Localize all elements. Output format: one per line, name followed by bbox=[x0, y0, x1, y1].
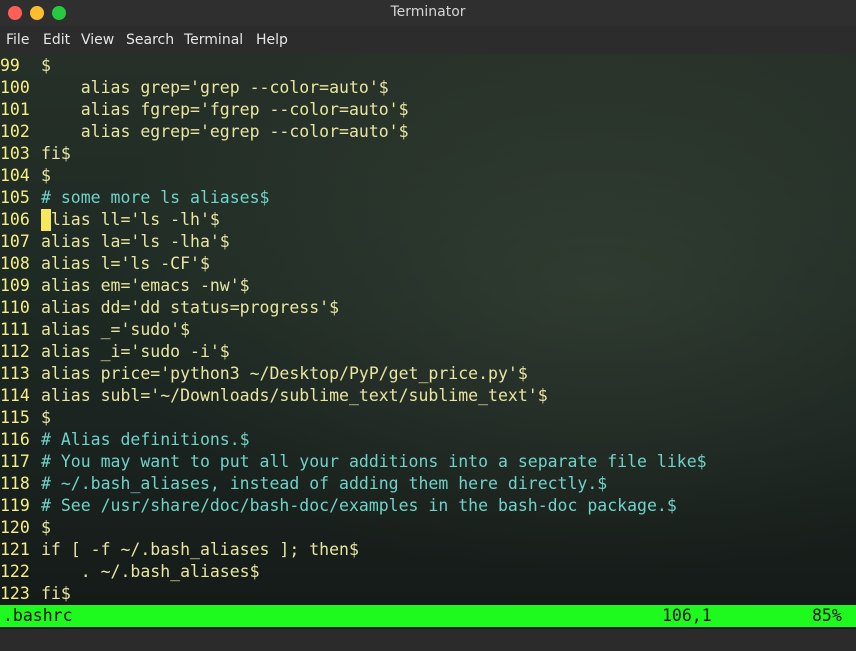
line-number: 103 bbox=[0, 144, 30, 163]
line-number: 110 bbox=[0, 298, 30, 317]
text-cursor bbox=[41, 209, 51, 231]
editor-line: 108 alias l='ls -CF'$ bbox=[0, 253, 210, 275]
line-text: alias subl='~/Downloads/sublime_text/sub… bbox=[41, 386, 548, 405]
editor-line: 106 alias ll='ls -lh'$ bbox=[0, 209, 220, 231]
editor-line: 103 fi$ bbox=[0, 143, 71, 165]
menu-help[interactable]: Help bbox=[256, 32, 288, 48]
line-text: alias dd='dd status=progress'$ bbox=[41, 298, 340, 317]
menu-file[interactable]: File bbox=[6, 32, 29, 48]
editor-line: 121 if [ -f ~/.bash_aliases ]; then$ bbox=[0, 539, 359, 561]
line-text: . ~/.bash_aliases$ bbox=[41, 562, 260, 581]
window-title: Terminator bbox=[390, 4, 466, 20]
line-text: alias egrep='egrep --color=auto'$ bbox=[41, 122, 409, 141]
editor-line: 102 alias egrep='egrep --color=auto'$ bbox=[0, 121, 409, 143]
line-text: $ bbox=[41, 166, 51, 185]
line-number: 113 bbox=[0, 364, 30, 383]
editor-line: 109 alias em='emacs -nw'$ bbox=[0, 275, 250, 297]
editor-line: 117 # You may want to put all your additi… bbox=[0, 451, 707, 473]
line-text: alias l='ls -CF'$ bbox=[41, 254, 210, 273]
line-text: alias em='emacs -nw'$ bbox=[41, 276, 250, 295]
line-text: alias fgrep='fgrep --color=auto'$ bbox=[41, 100, 409, 119]
vim-status-line: .bashrc 106,1 85% bbox=[0, 605, 856, 627]
line-text: alias price='python3 ~/Desktop/PyP/get_p… bbox=[41, 364, 528, 383]
line-text: alias _='sudo'$ bbox=[41, 320, 191, 339]
status-filename: .bashrc bbox=[3, 606, 73, 625]
line-number: 111 bbox=[0, 320, 30, 339]
menu-edit[interactable]: Edit bbox=[43, 32, 70, 48]
editor-line: 119 # See /usr/share/doc/bash-doc/example… bbox=[0, 495, 677, 517]
line-text: $ bbox=[41, 518, 51, 537]
terminal-pane[interactable]: 99 $100 alias grep='grep --color=auto'$ 10… bbox=[0, 54, 856, 629]
line-text: # some more ls aliases$ bbox=[41, 188, 270, 207]
line-text: # See /usr/share/doc/bash-doc/examples i… bbox=[41, 496, 677, 515]
line-text: # ~/.bash_aliases, instead of adding the… bbox=[41, 474, 608, 493]
line-number: 107 bbox=[0, 232, 30, 251]
line-number: 108 bbox=[0, 254, 30, 273]
editor-line: 122 . ~/.bash_aliases$ bbox=[0, 561, 260, 583]
line-number: 106 bbox=[0, 210, 30, 229]
menu-view[interactable]: View bbox=[81, 32, 114, 48]
line-text: alias la='ls -lha'$ bbox=[41, 232, 230, 251]
line-number: 101 bbox=[0, 100, 30, 119]
line-text: alias ll='ls -lh'$ bbox=[41, 210, 220, 229]
line-number: 99 bbox=[0, 56, 20, 75]
editor-line: 111 alias _='sudo'$ bbox=[0, 319, 190, 341]
line-number: 120 bbox=[0, 518, 30, 537]
line-number: 116 bbox=[0, 430, 30, 449]
line-number: 102 bbox=[0, 122, 30, 141]
line-number: 123 bbox=[0, 584, 30, 603]
line-text: # Alias definitions.$ bbox=[41, 430, 250, 449]
menu-bar: File Edit View Search Terminal Help bbox=[0, 26, 856, 54]
line-number: 112 bbox=[0, 342, 30, 361]
line-number: 105 bbox=[0, 188, 30, 207]
line-number: 114 bbox=[0, 386, 30, 405]
line-number: 104 bbox=[0, 166, 30, 185]
editor-line: 104 $ bbox=[0, 165, 51, 187]
editor-line: 123 fi$ bbox=[0, 583, 71, 605]
title-bar: Terminator bbox=[0, 0, 856, 26]
line-text: fi$ bbox=[41, 584, 71, 603]
editor-line: 101 alias fgrep='fgrep --color=auto'$ bbox=[0, 99, 409, 121]
line-number: 121 bbox=[0, 540, 30, 559]
editor-line: 105 # some more ls aliases$ bbox=[0, 187, 269, 209]
line-number: 122 bbox=[0, 562, 30, 581]
editor-line: 100 alias grep='grep --color=auto'$ bbox=[0, 77, 389, 99]
editor-line: 110 alias dd='dd status=progress'$ bbox=[0, 297, 339, 319]
line-number: 117 bbox=[0, 452, 30, 471]
line-text: $ bbox=[41, 408, 51, 427]
menu-search[interactable]: Search bbox=[126, 32, 174, 48]
line-number: 109 bbox=[0, 276, 30, 295]
editor-line: 118 # ~/.bash_aliases, instead of adding … bbox=[0, 473, 607, 495]
line-number: 100 bbox=[0, 78, 30, 97]
editor-line: 112 alias _i='sudo -i'$ bbox=[0, 341, 230, 363]
menu-terminal[interactable]: Terminal bbox=[184, 32, 243, 48]
line-text: alias grep='grep --color=auto'$ bbox=[41, 78, 389, 97]
line-text: alias _i='sudo -i'$ bbox=[41, 342, 230, 361]
editor-line: 113 alias price='python3 ~/Desktop/PyP/ge… bbox=[0, 363, 528, 385]
editor-line: 114 alias subl='~/Downloads/sublime_text/… bbox=[0, 385, 548, 407]
editor-line: 99 $ bbox=[0, 55, 51, 77]
line-text: if [ -f ~/.bash_aliases ]; then$ bbox=[41, 540, 359, 559]
line-text: $ bbox=[41, 56, 51, 75]
status-position: 106,1 bbox=[662, 606, 712, 625]
line-number: 119 bbox=[0, 496, 30, 515]
status-percent: 85% bbox=[812, 606, 842, 625]
line-number: 118 bbox=[0, 474, 30, 493]
line-number: 115 bbox=[0, 408, 30, 427]
editor-line: 120 $ bbox=[0, 517, 51, 539]
editor-line: 116 # Alias definitions.$ bbox=[0, 429, 250, 451]
editor-line: 115 $ bbox=[0, 407, 51, 429]
line-text: # You may want to put all your additions… bbox=[41, 452, 707, 471]
editor-line: 107 alias la='ls -lha'$ bbox=[0, 231, 230, 253]
line-text: fi$ bbox=[41, 144, 71, 163]
